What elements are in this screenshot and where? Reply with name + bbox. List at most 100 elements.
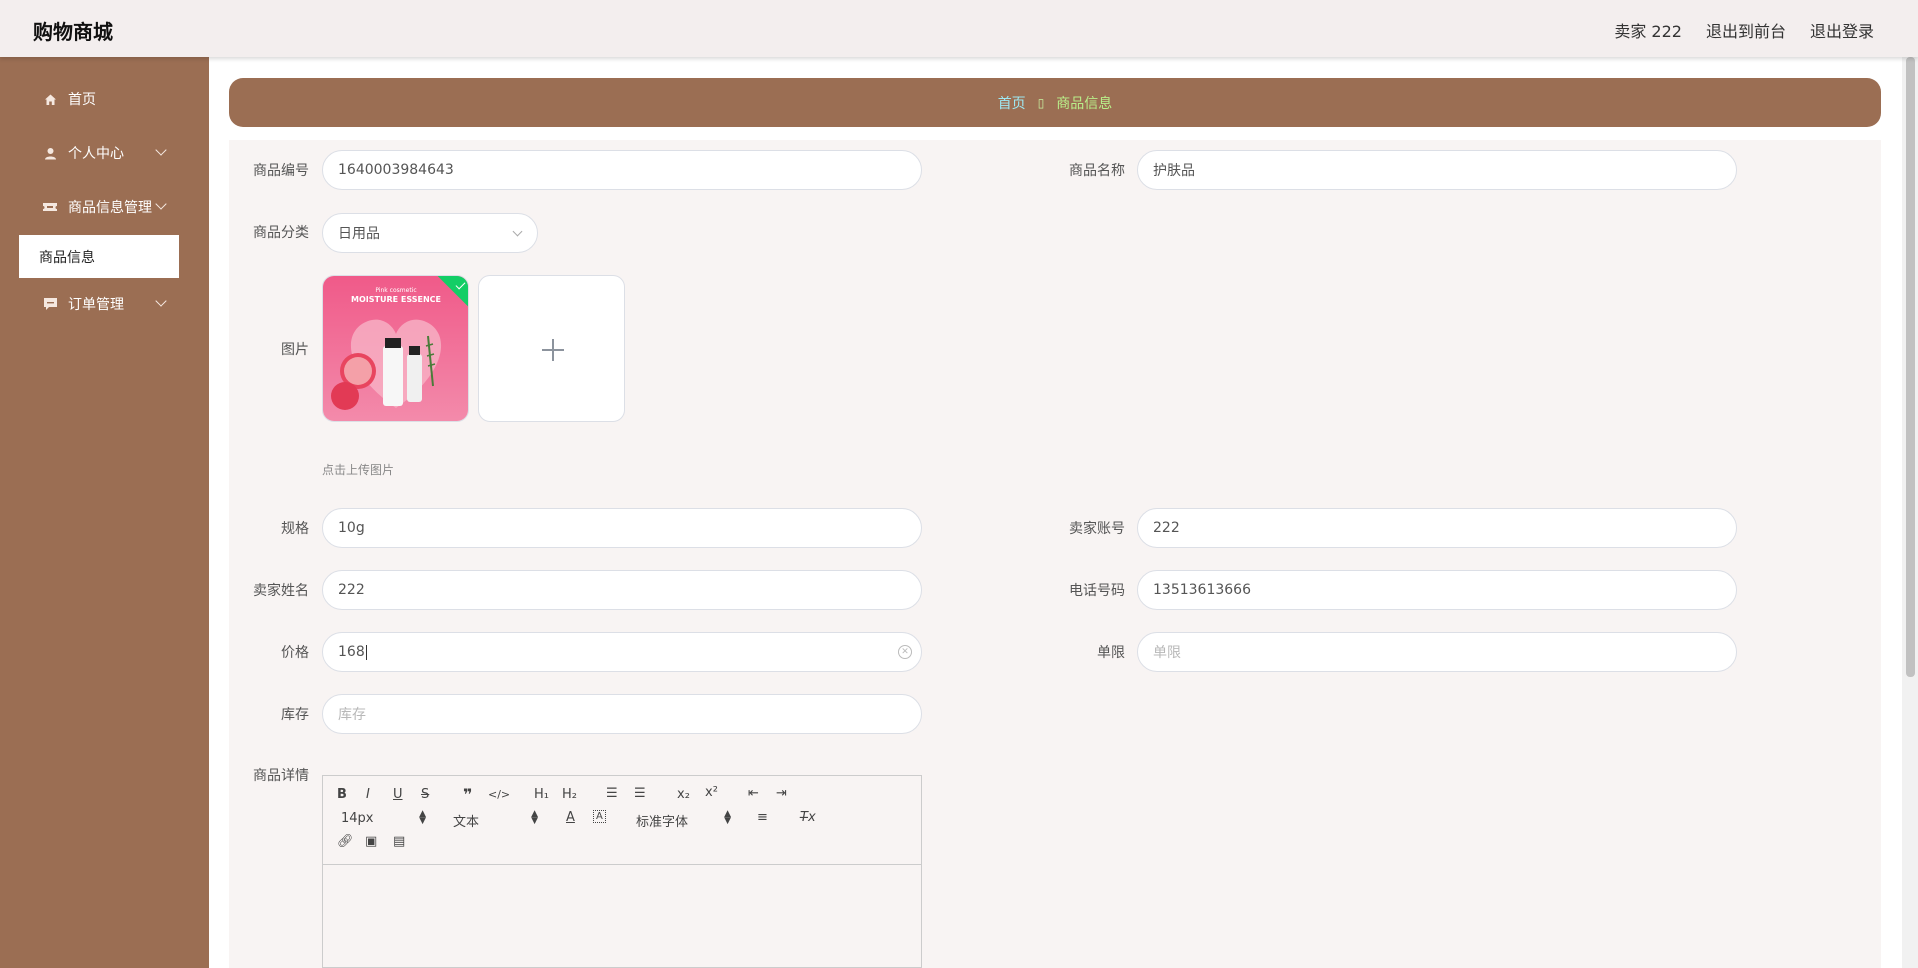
- category-label: 商品分类: [253, 225, 309, 241]
- code-icon[interactable]: </>: [488, 788, 510, 801]
- sidebar-item-personal[interactable]: 个人中心: [0, 133, 209, 173]
- background-color-icon[interactable]: A: [593, 810, 606, 823]
- chevron-down-icon: [155, 144, 167, 156]
- top-header: 购物商城 卖家 222 退出到前台 退出登录: [0, 0, 1918, 57]
- font-family-select[interactable]: 标准字体 ▲ ▼: [636, 809, 731, 831]
- editor-content[interactable]: [323, 866, 921, 967]
- link-icon[interactable]: 🔗︎: [337, 834, 354, 849]
- user-icon: [43, 146, 57, 160]
- sidebar-item-label: 商品信息管理: [68, 200, 152, 216]
- home-icon: [43, 92, 57, 106]
- stock-input[interactable]: 库存: [322, 694, 922, 734]
- product-name-input[interactable]: 护肤品: [1137, 150, 1737, 190]
- limit-input[interactable]: 单限: [1137, 632, 1737, 672]
- product-name-value: 护肤品: [1153, 163, 1195, 179]
- video-icon[interactable]: ▤: [393, 834, 405, 849]
- header-value: 文本: [453, 815, 480, 830]
- price-input[interactable]: 168 ✕: [322, 632, 922, 672]
- sidebar-item-home[interactable]: 首页: [0, 79, 209, 119]
- app-title: 购物商城: [33, 20, 113, 44]
- product-code-label: 商品编号: [253, 163, 309, 179]
- breadcrumb-separator: ▯: [1037, 95, 1045, 110]
- image-upload-button[interactable]: [478, 275, 625, 422]
- spec-value: 10g: [338, 520, 365, 536]
- spec-label: 规格: [281, 521, 309, 537]
- sidebar-item-label: 个人中心: [68, 146, 124, 162]
- seller-account-value: 222: [1153, 520, 1180, 536]
- product-photo: Pink cosmetic MOISTURE ESSENCE: [323, 276, 468, 421]
- indent-icon[interactable]: ⇥: [776, 786, 787, 801]
- product-code-value: 1640003984643: [338, 162, 454, 178]
- product-name-label: 商品名称: [1069, 163, 1125, 179]
- sidebar-subitem-product-info[interactable]: 商品信息: [19, 235, 179, 278]
- chevron-down-icon: [155, 295, 167, 307]
- logout-link[interactable]: 退出登录: [1810, 18, 1874, 42]
- image-label: 图片: [281, 342, 309, 358]
- bullet-list-icon[interactable]: ☰: [634, 786, 646, 801]
- seller-name-input[interactable]: 222: [322, 570, 922, 610]
- stock-label: 库存: [281, 707, 309, 723]
- product-image-thumbnail[interactable]: Pink cosmetic MOISTURE ESSENCE: [322, 275, 469, 422]
- font-color-icon[interactable]: A: [566, 810, 575, 825]
- align-icon[interactable]: ≡: [757, 810, 768, 825]
- header-select[interactable]: 文本 ▲ ▼: [453, 809, 538, 831]
- heading2-icon[interactable]: H₂: [562, 787, 577, 802]
- phone-label: 电话号码: [1069, 583, 1125, 599]
- chevron-down-icon: [512, 226, 523, 237]
- sidebar-item-product-management[interactable]: 商品信息管理: [0, 187, 209, 227]
- detail-label: 商品详情: [253, 768, 309, 784]
- page-scrollbar[interactable]: [1902, 57, 1918, 968]
- phone-value: 13513613666: [1153, 582, 1251, 598]
- ticket-icon: [43, 200, 57, 214]
- chat-icon: [43, 297, 57, 311]
- price-label: 价格: [281, 645, 309, 661]
- italic-icon[interactable]: I: [366, 787, 370, 802]
- sidebar-item-orders[interactable]: 订单管理: [0, 284, 209, 324]
- bold-icon[interactable]: B: [337, 787, 347, 802]
- phone-input[interactable]: 13513613666: [1137, 570, 1737, 610]
- limit-placeholder: 单限: [1153, 645, 1181, 661]
- strike-icon[interactable]: S: [421, 787, 429, 802]
- price-value: 168: [338, 644, 365, 660]
- blockquote-icon[interactable]: ❞: [463, 785, 472, 804]
- current-user: 卖家 222: [1614, 22, 1682, 41]
- editor-toolbar: B I U S ❞ </> H₁ H₂ ☰ ☰ x₂ x² ⇤ ⇥ 14px ▲…: [323, 776, 921, 865]
- image-icon[interactable]: ▣: [365, 834, 377, 849]
- sidebar-item-label: 首页: [68, 92, 96, 108]
- superscript-icon[interactable]: x²: [705, 785, 718, 800]
- text-caret: [365, 644, 367, 660]
- spec-input[interactable]: 10g: [322, 508, 922, 548]
- rich-text-editor: B I U S ❞ </> H₁ H₂ ☰ ☰ x₂ x² ⇤ ⇥ 14px ▲…: [322, 775, 922, 968]
- heading1-icon[interactable]: H₁: [534, 787, 549, 802]
- category-value: 日用品: [338, 226, 380, 242]
- image-brand-text: Pink cosmetic: [375, 287, 416, 294]
- sidebar: 首页 个人中心 商品信息管理 商品信息 订单管理: [0, 57, 209, 968]
- stock-placeholder: 库存: [338, 707, 366, 723]
- chevron-down-icon: [155, 198, 167, 210]
- seller-name-value: 222: [338, 582, 365, 598]
- upload-tip[interactable]: 点击上传图片: [322, 461, 394, 478]
- back-to-front-link[interactable]: 退出到前台: [1706, 18, 1786, 42]
- font-size-select[interactable]: 14px ▲ ▼: [341, 810, 426, 827]
- seller-name-label: 卖家姓名: [253, 583, 309, 599]
- clear-format-icon[interactable]: T̶x: [800, 810, 816, 825]
- scrollbar-thumb[interactable]: [1906, 57, 1915, 677]
- ordered-list-icon[interactable]: ☰: [606, 786, 618, 801]
- subscript-icon[interactable]: x₂: [677, 787, 690, 802]
- category-select[interactable]: 日用品: [322, 213, 538, 253]
- limit-label: 单限: [1097, 645, 1125, 661]
- outdent-icon[interactable]: ⇤: [748, 786, 759, 801]
- underline-icon[interactable]: U: [393, 787, 403, 802]
- breadcrumb-home-link[interactable]: 首页: [998, 93, 1026, 113]
- breadcrumb-current: 商品信息: [1056, 95, 1113, 112]
- seller-account-input[interactable]: 222: [1137, 508, 1737, 548]
- clear-icon[interactable]: ✕: [898, 645, 912, 659]
- updown-icon: ▲ ▼: [724, 809, 731, 826]
- image-title-text: MOISTURE ESSENCE: [351, 295, 441, 304]
- font-family-value: 标准字体: [636, 815, 689, 830]
- updown-icon: ▲ ▼: [531, 809, 538, 826]
- sidebar-item-label: 订单管理: [68, 297, 124, 313]
- header-actions: 卖家 222 退出到前台 退出登录: [1614, 18, 1874, 42]
- plus-icon: [552, 339, 554, 361]
- product-code-input[interactable]: 1640003984643: [322, 150, 922, 190]
